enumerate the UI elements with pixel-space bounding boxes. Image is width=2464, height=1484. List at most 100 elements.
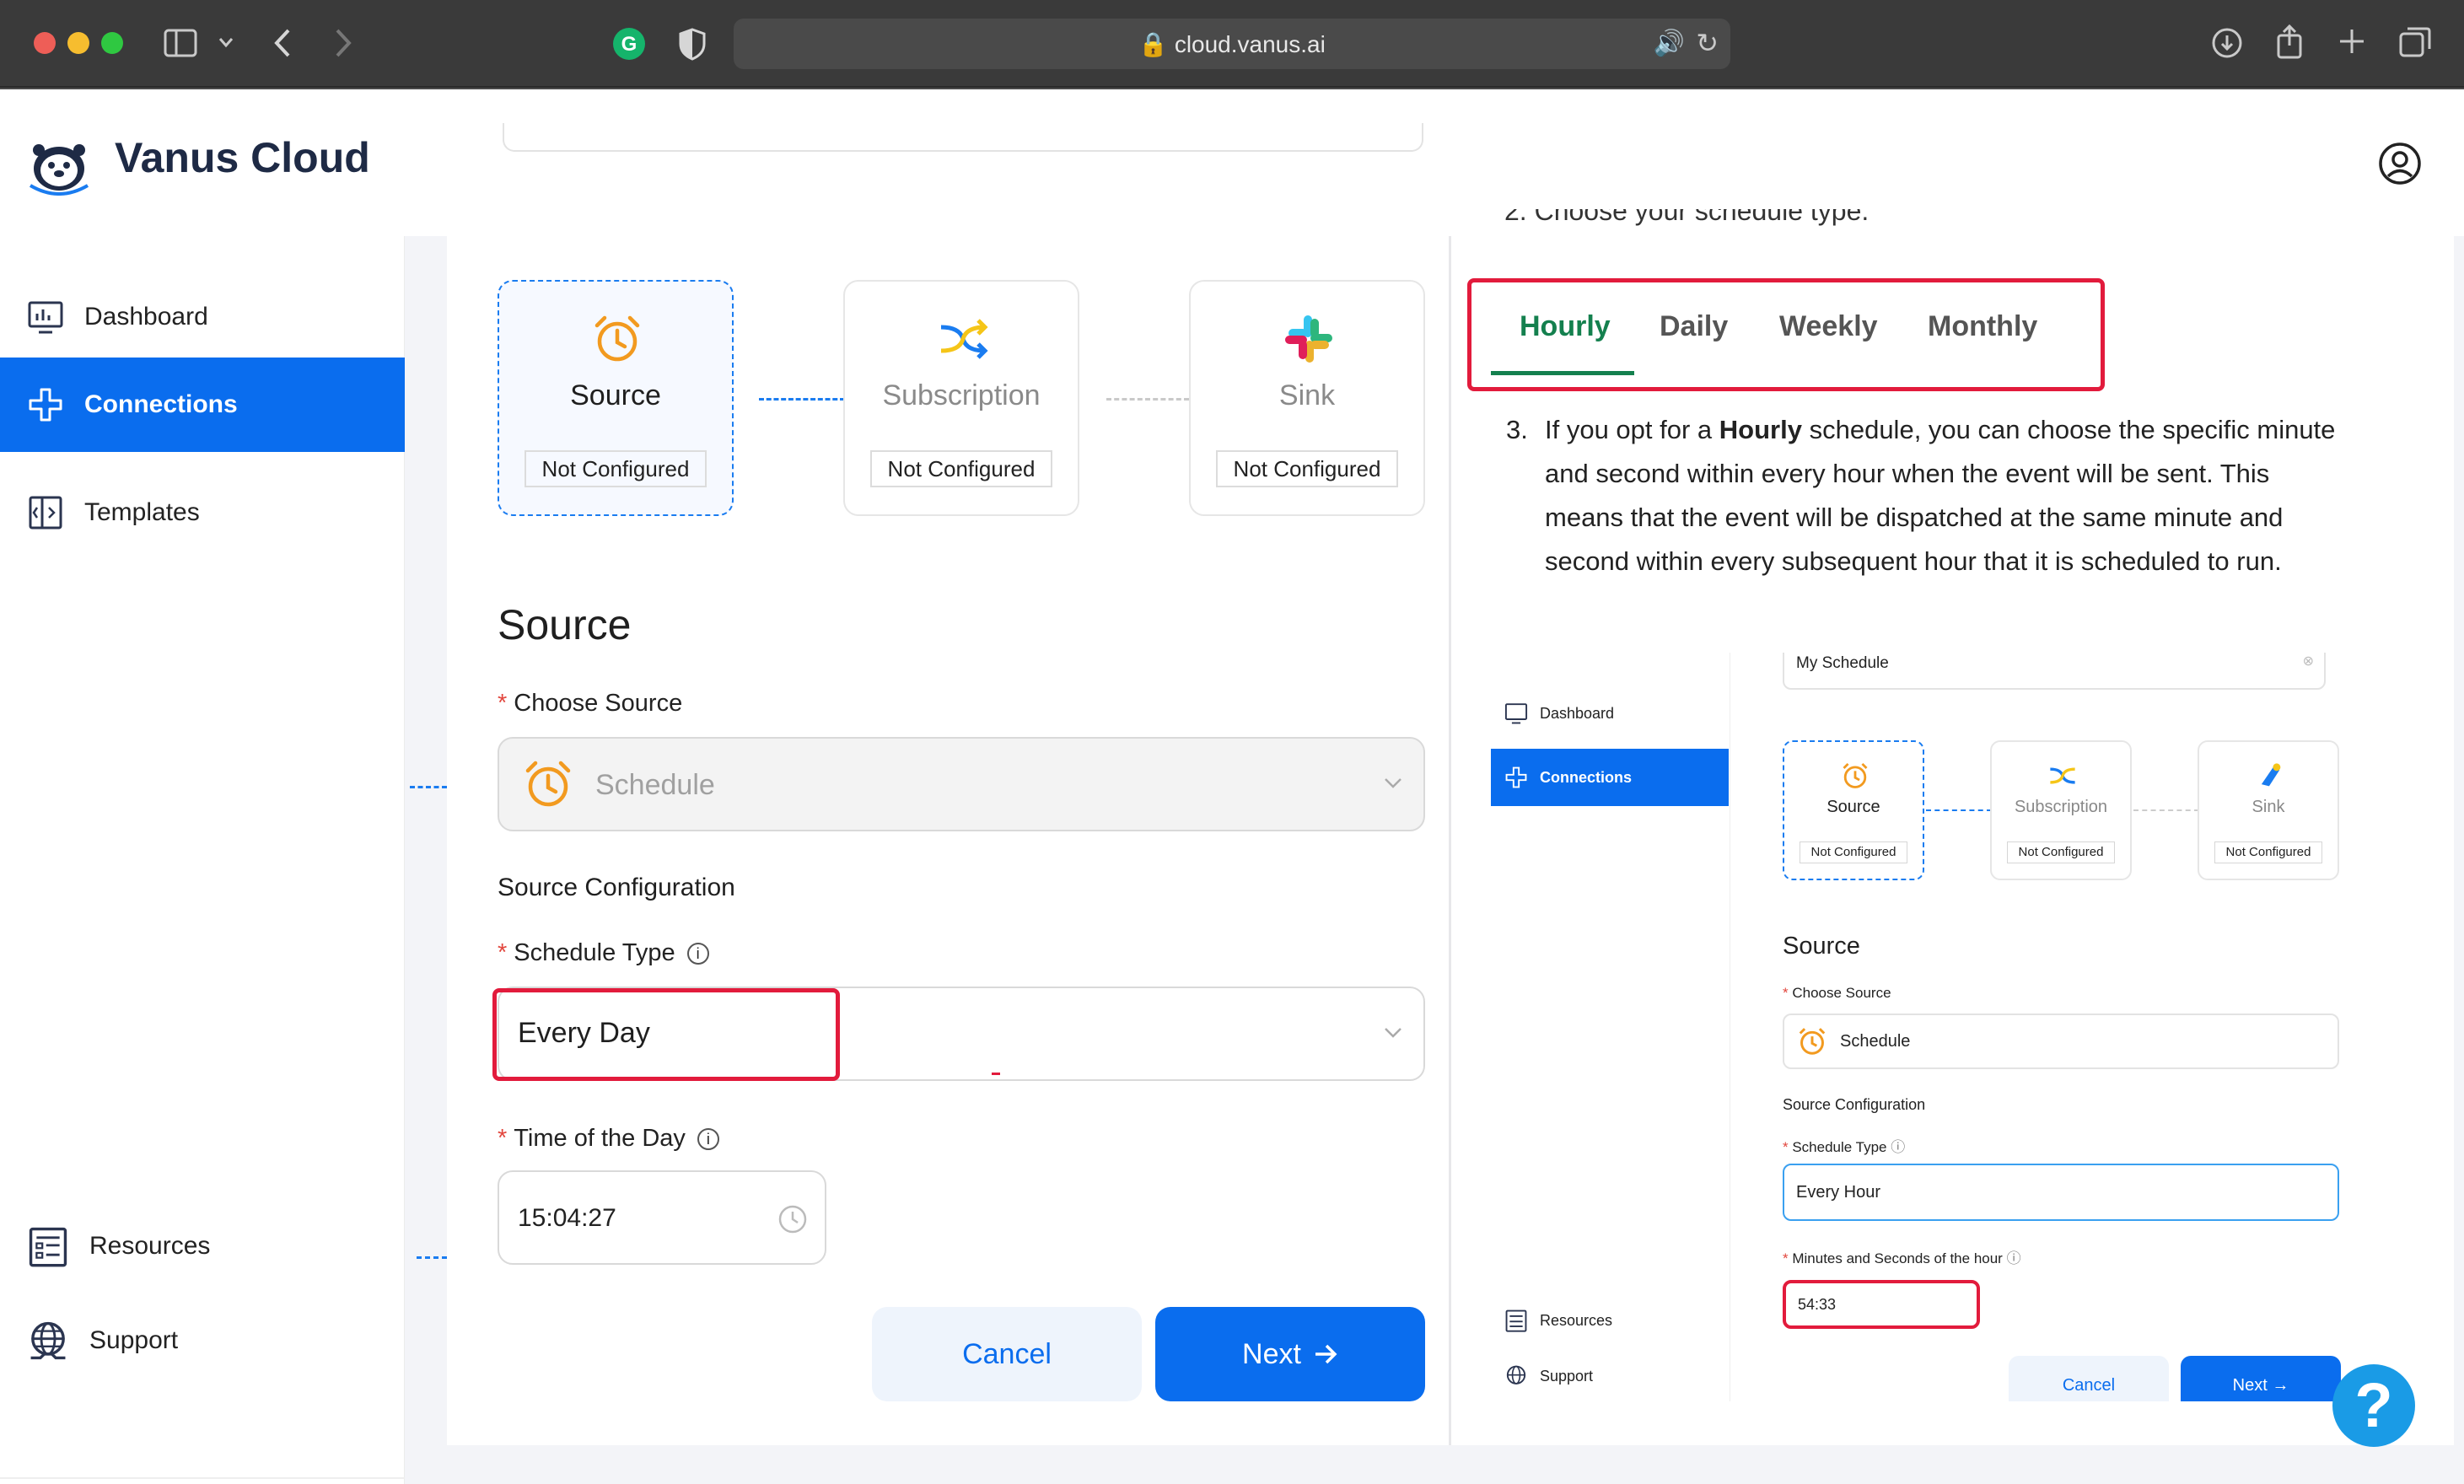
select-value: Schedule: [595, 769, 715, 801]
alarm-clock-icon: [1843, 762, 1868, 788]
app-header: Vanus Cloud: [0, 89, 2464, 236]
mini-minutes-value: 54:33: [1798, 1296, 1837, 1313]
dashboard-icon: [28, 301, 63, 334]
card-title: Source: [570, 379, 661, 411]
mini-minutes-label: * Minutes and Seconds of the hour ⓘ: [1783, 1250, 2021, 1266]
shield-icon[interactable]: [678, 27, 707, 61]
dashboard-icon: [1504, 703, 1528, 724]
address-bar[interactable]: 🔒 cloud.vanus.ai 🔊 ↻: [734, 19, 1730, 69]
mini-card-title: Source: [1826, 798, 1880, 816]
arrow-right-icon: [1315, 1344, 1337, 1364]
tab-overview-icon[interactable]: [2398, 25, 2432, 59]
pipeline-connector: [1106, 398, 1189, 401]
share-icon[interactable]: [2275, 24, 2304, 59]
source-config-title: Source Configuration: [498, 874, 735, 901]
speaker-icon[interactable]: 🔊: [1654, 29, 1685, 58]
mini-connector: [1926, 809, 1992, 811]
pipeline-card-sink[interactable]: Sink Not Configured: [1189, 280, 1425, 516]
time-of-day-input[interactable]: 15:04:27: [498, 1170, 826, 1265]
templates-icon: [29, 496, 62, 530]
mini-card-sink: Sink Not Configured: [2198, 740, 2339, 880]
new-tab-icon[interactable]: [2338, 27, 2366, 56]
mini-connector: [2133, 809, 2199, 811]
pipeline-card-subscription[interactable]: Subscription Not Configured: [843, 280, 1079, 516]
schedule-type-label: * Schedule Type i: [498, 939, 709, 967]
sidebar: Dashboard Connections Templates Resource…: [0, 236, 405, 1484]
support-icon: [1506, 1365, 1526, 1385]
mini-select-value: Schedule: [1840, 1032, 1911, 1051]
sidebar-item-label: Connections: [84, 390, 238, 418]
maximize-window-button[interactable]: [101, 32, 123, 54]
sidebar-item-resources[interactable]: Resources: [0, 1199, 405, 1293]
mini-nav-connections: Connections: [1491, 749, 1729, 806]
clock-icon: [778, 1205, 807, 1234]
mini-card-title: Subscription: [2014, 798, 2108, 816]
sidebar-item-label: Dashboard: [84, 303, 208, 331]
alarm-clock-icon: [1799, 1028, 1826, 1055]
time-of-day-label: * Time of the Day i: [498, 1125, 719, 1153]
dashed-connector: [417, 1256, 447, 1259]
status-badge: Not Configured: [870, 450, 1052, 487]
next-label: Next: [1242, 1337, 1301, 1370]
grammarly-extension-icon[interactable]: G: [612, 27, 646, 61]
support-icon: [30, 1321, 66, 1360]
next-button[interactable]: Next: [1155, 1307, 1425, 1401]
sidebar-item-dashboard[interactable]: Dashboard: [0, 270, 405, 364]
sidebar-toggle-icon[interactable]: [164, 29, 197, 57]
connections-icon: [1505, 766, 1527, 788]
mini-card-source: Source Not Configured: [1783, 740, 1924, 880]
pipeline-connector: [759, 398, 845, 401]
cancel-button[interactable]: Cancel: [872, 1307, 1142, 1401]
card-title: Subscription: [882, 379, 1041, 411]
connections-icon: [29, 388, 62, 422]
download-icon[interactable]: [2211, 27, 2243, 59]
sink-icon: [2261, 763, 2281, 787]
url-value: cloud.vanus.ai: [1174, 31, 1326, 57]
help-button[interactable]: ?: [2332, 1364, 2415, 1447]
url-text: 🔒 cloud.vanus.ai: [734, 30, 1730, 58]
user-account-icon[interactable]: [2378, 142, 2422, 186]
lock-icon: 🔒: [1138, 31, 1169, 57]
highlight-box: [1467, 278, 2105, 391]
back-arrow-icon[interactable]: [272, 27, 293, 59]
choose-source-select[interactable]: Schedule: [498, 737, 1425, 831]
sidebar-item-label: Support: [89, 1326, 179, 1354]
highlight-box: [492, 988, 840, 1081]
name-input[interactable]: [503, 123, 1423, 152]
chevron-down-icon[interactable]: [218, 35, 234, 49]
reload-icon[interactable]: ↻: [1696, 27, 1719, 59]
status-badge: Not Configured: [525, 450, 707, 487]
mini-choose-source-select: Schedule: [1783, 1014, 2339, 1069]
mini-nav-dashboard: Dashboard: [1491, 685, 1729, 742]
panel-divider: [1449, 236, 1451, 1445]
alarm-clock-icon: [594, 315, 640, 362]
sidebar-item-templates[interactable]: Templates: [0, 465, 405, 560]
mini-nav-resources: Resources: [1491, 1292, 1729, 1349]
sidebar-divider: [0, 1477, 405, 1479]
minimize-window-button[interactable]: [67, 32, 89, 54]
info-icon[interactable]: i: [697, 1128, 719, 1151]
close-window-button[interactable]: [34, 32, 56, 54]
slack-icon: [1285, 315, 1332, 363]
forward-arrow-icon[interactable]: [332, 27, 354, 59]
red-mark: [992, 1073, 1000, 1075]
mini-schedule-type-label: * Schedule Type ⓘ: [1783, 1139, 1906, 1155]
sidebar-item-connections[interactable]: Connections: [0, 358, 405, 452]
mini-cancel-button: Cancel: [2009, 1356, 2169, 1401]
sidebar-item-support[interactable]: Support: [0, 1293, 405, 1388]
mini-name-value: My Schedule: [1796, 654, 1889, 672]
mini-select-value: Every Hour: [1796, 1183, 1881, 1202]
mini-next-button: Next →: [2181, 1356, 2341, 1401]
mini-status-badge: Not Configured: [2007, 841, 2115, 863]
mini-choose-source-label: * Choose Source: [1783, 985, 1891, 1001]
pipeline-card-source[interactable]: Source Not Configured: [498, 280, 734, 516]
sidebar-item-label: Resources: [89, 1232, 211, 1260]
resources-icon: [29, 1227, 67, 1267]
embedded-screenshot: Dashboard Connections Resources Support …: [1491, 653, 2354, 1401]
brand-name: Vanus Cloud: [115, 134, 370, 181]
mini-section-title: Source: [1783, 933, 1860, 960]
mini-name-input: My Schedule ⊗: [1783, 653, 2326, 690]
info-icon[interactable]: i: [686, 943, 709, 965]
browser-toolbar: G 🔒 cloud.vanus.ai 🔊 ↻: [0, 0, 2464, 88]
status-badge: Not Configured: [1216, 450, 1398, 487]
